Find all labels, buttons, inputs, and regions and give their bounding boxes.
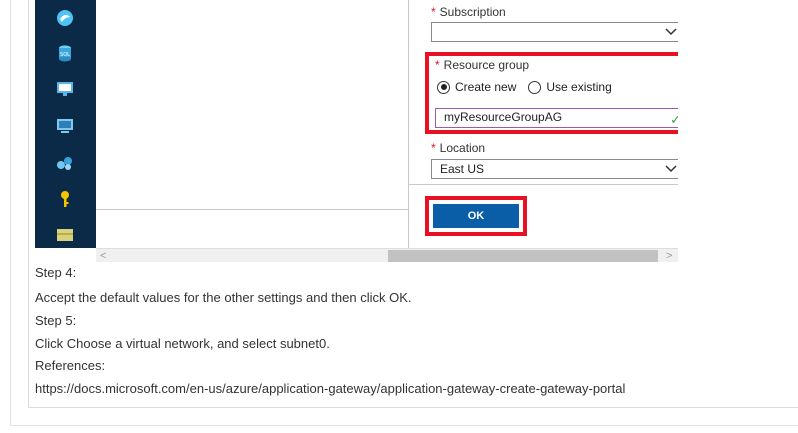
resource-group-input[interactable]: myResourceGroupAG ✓ — [435, 108, 678, 128]
resource-form-blade: * Subscription * Resource group Create new… — [409, 0, 678, 248]
scrollbar-thumb[interactable] — [388, 250, 658, 262]
key-icon[interactable] — [54, 188, 76, 210]
ok-button-highlight: OK — [425, 196, 527, 236]
blade-divider — [96, 209, 408, 210]
portal-nav: SQL — [35, 0, 96, 248]
scroll-right-icon[interactable]: > — [666, 249, 672, 262]
monitor-icon[interactable] — [54, 78, 76, 100]
scroll-left-icon[interactable]: < — [100, 249, 106, 262]
chevron-down-icon — [665, 165, 677, 173]
vm-icon[interactable] — [54, 115, 76, 137]
reference-link[interactable]: https://docs.microsoft.com/en-us/azure/a… — [35, 381, 625, 396]
step5-text: Click Choose a virtual network, and sele… — [35, 336, 330, 351]
subscription-label: * Subscription — [431, 5, 506, 19]
ok-button[interactable]: OK — [433, 204, 519, 228]
network-icon[interactable] — [54, 152, 76, 174]
use-existing-label[interactable]: Use existing — [546, 80, 611, 94]
location-label: * Location — [431, 141, 486, 155]
step5-title: Step 5: — [35, 313, 77, 328]
chevron-down-icon — [665, 28, 677, 36]
resource-group-options: Create new Use existing — [437, 80, 612, 94]
location-select[interactable]: East US — [431, 159, 678, 179]
azure-icon[interactable] — [54, 7, 76, 29]
create-new-label[interactable]: Create new — [455, 80, 516, 94]
outer-bottom-border — [10, 425, 798, 426]
portal-screenshot: SQL * Subscription * Resource group Crea… — [35, 0, 678, 262]
resource-group-label: * Resource group — [435, 58, 530, 72]
subscription-select[interactable] — [431, 22, 678, 42]
blade-left-panel — [96, 0, 409, 248]
step4-text: Accept the default values for the other … — [35, 290, 412, 305]
use-existing-radio[interactable] — [528, 80, 542, 94]
sql-icon[interactable]: SQL — [54, 42, 76, 64]
storage-icon[interactable] — [54, 224, 76, 246]
svg-text:SQL: SQL — [60, 52, 70, 58]
create-new-radio[interactable] — [437, 80, 450, 94]
references-title: References: — [35, 358, 106, 373]
blade-footer-divider — [409, 184, 678, 185]
step4-title: Step 4: — [35, 265, 77, 280]
valid-check-icon: ✓ — [670, 112, 678, 127]
resource-group-highlight: * Resource group Create new Use existing … — [425, 52, 678, 134]
outer-left-border — [10, 0, 11, 426]
horizontal-scrollbar[interactable]: < > — [96, 248, 678, 262]
